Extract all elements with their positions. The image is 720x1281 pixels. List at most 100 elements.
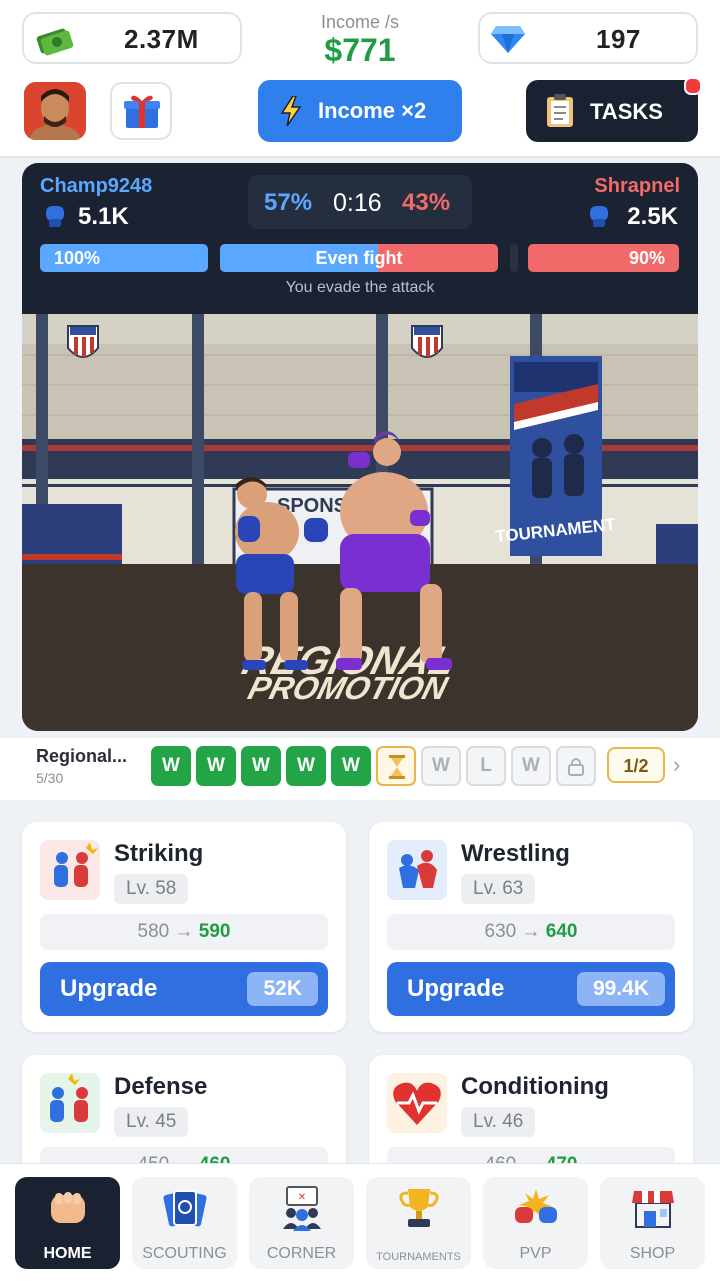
glove-icon <box>590 206 608 227</box>
income-x2-label: Income ×2 <box>318 98 427 123</box>
skill-level: Lv. 45 <box>114 1107 189 1137</box>
league-name: Regional... <box>36 746 128 766</box>
skill-level: Lv. 58 <box>114 874 189 904</box>
skill-stat-preview: 630 → 640 <box>387 914 675 950</box>
gift-button[interactable] <box>110 82 172 140</box>
shop-icon <box>632 1191 674 1228</box>
gem-value: 197 <box>596 24 641 54</box>
fight-timer: 0:16 <box>333 189 382 217</box>
defense-icon <box>40 1073 100 1133</box>
trophy-icon <box>399 1189 439 1227</box>
league-record-row[interactable]: Regional... 5/30 W W W W W W L W 1/2 › <box>0 738 720 800</box>
nav-tournaments[interactable]: TOURNAMENTS <box>366 1177 471 1269</box>
cash-icon <box>36 28 74 56</box>
hourglass-icon <box>389 755 405 779</box>
upgrade-label: Upgrade <box>60 975 158 1002</box>
gift-icon <box>124 95 160 128</box>
nav-label: TOURNAMENTS <box>376 1251 461 1263</box>
wrestling-icon <box>387 840 447 900</box>
svg-text:✕: ✕ <box>298 1192 306 1203</box>
tasks-label: TASKS <box>590 99 663 124</box>
result-win: W <box>196 746 236 786</box>
skill-title: Defense <box>114 1073 208 1100</box>
cards-icon <box>163 1190 207 1227</box>
opponent-health-value: 90% <box>628 248 665 268</box>
result-win: W <box>331 746 371 786</box>
player-name: Champ9248 <box>40 175 153 197</box>
shield-emblem-icon <box>411 325 443 358</box>
balance-label: Even fight <box>315 248 403 268</box>
nav-scouting[interactable]: SCOUTING <box>132 1177 237 1269</box>
fist-icon <box>51 1192 85 1223</box>
nav-label: PVP <box>519 1245 552 1262</box>
upcoming-result: W <box>421 746 461 786</box>
team-icon: ✕ <box>283 1186 321 1231</box>
cash-value: 2.37M <box>124 24 199 54</box>
pvp-gloves-icon <box>515 1189 557 1223</box>
nav-label: CORNER <box>266 1245 337 1262</box>
skill-level: Lv. 63 <box>461 874 536 904</box>
shield-emblem-icon <box>67 325 99 358</box>
player-health-bar: 100% <box>40 244 208 272</box>
player-health-value: 100% <box>54 248 101 268</box>
upgrade-button[interactable]: Upgrade 52K <box>40 962 328 1016</box>
heart-pulse-icon <box>387 1073 447 1133</box>
score-timer-box: 57% 0:16 43% <box>248 175 472 229</box>
stage-indicator[interactable]: 1/2 <box>607 747 665 783</box>
player-power: 5.1K <box>78 203 129 230</box>
skill-level: Lv. 46 <box>461 1107 536 1137</box>
current-fight-slot <box>376 746 416 786</box>
glove-icon <box>46 206 64 227</box>
chevron-right-icon[interactable]: › <box>673 752 680 778</box>
nav-label: HOME <box>43 1245 92 1262</box>
clipboard-icon <box>547 94 573 127</box>
player-percent: 57% <box>264 189 313 216</box>
income-value: $771 <box>324 32 396 68</box>
opponent-percent: 43% <box>402 189 451 216</box>
skill-stat-preview: 580 → 590 <box>40 914 328 950</box>
locked-slot <box>556 746 596 786</box>
nav-shop[interactable]: SHOP <box>600 1177 705 1269</box>
skill-title: Wrestling <box>461 840 570 867</box>
upgrade-button[interactable]: Upgrade 99.4K <box>387 962 675 1016</box>
league-progress: 5/30 <box>36 770 64 786</box>
nav-corner[interactable]: ✕ CORNER <box>249 1177 354 1269</box>
nav-pvp[interactable]: PVP <box>483 1177 588 1269</box>
lock-icon <box>568 758 584 776</box>
fight-event-text: You evade the attack <box>285 279 435 296</box>
result-win: W <box>151 746 191 786</box>
player-avatar[interactable] <box>24 82 86 140</box>
skill-card-wrestling: Wrestling Lv. 63 630 → 640 Upgrade 99.4K <box>369 822 693 1032</box>
skill-title: Striking <box>114 840 204 867</box>
upcoming-result: W <box>511 746 551 786</box>
bottom-nav: HOME SCOUTING ✕ CORNER TOURNAMENTS PVP S… <box>0 1163 720 1281</box>
tasks-button[interactable]: TASKS <box>526 77 702 142</box>
skill-title: Conditioning <box>461 1073 609 1100</box>
skill-card-striking: Striking Lv. 58 580 → 590 Upgrade 52K <box>22 822 346 1032</box>
balance-bar: Even fight <box>220 244 498 272</box>
notification-dot <box>684 77 702 95</box>
cash-counter[interactable]: 2.37M <box>22 12 242 64</box>
arrow-right-icon: → <box>521 921 541 942</box>
lightning-icon <box>280 96 302 126</box>
diamond-icon <box>491 26 525 53</box>
nav-label: SCOUTING <box>142 1245 227 1262</box>
nav-label: SHOP <box>629 1245 676 1262</box>
striking-icon <box>40 840 100 900</box>
income-x2-button[interactable]: Income ×2 <box>258 80 462 142</box>
upgrade-label: Upgrade <box>407 975 505 1002</box>
upgrade-cost: 52K <box>247 972 318 1006</box>
top-bar: 2.37M Income /s $771 197 Income ×2 TASKS <box>0 0 720 158</box>
income-label: Income /s <box>320 12 400 32</box>
nav-home[interactable]: HOME <box>15 1177 120 1269</box>
fight-panel: Champ9248 5.1K 57% 0:16 43% Shrapnel 2.5… <box>22 163 698 731</box>
opponent-health-missing <box>510 244 518 272</box>
opponent-health-bar: 90% <box>528 244 679 272</box>
arena-scene[interactable]: SPONSOR TOURNAMENT REGIONAL PROMOTION <box>22 314 698 731</box>
result-win: W <box>286 746 326 786</box>
fighter-portrait-icon <box>24 82 86 140</box>
opponent-power: 2.5K <box>627 203 678 230</box>
gem-counter[interactable]: 197 <box>478 12 698 64</box>
result-win: W <box>241 746 281 786</box>
upgrade-cost: 99.4K <box>576 972 665 1006</box>
